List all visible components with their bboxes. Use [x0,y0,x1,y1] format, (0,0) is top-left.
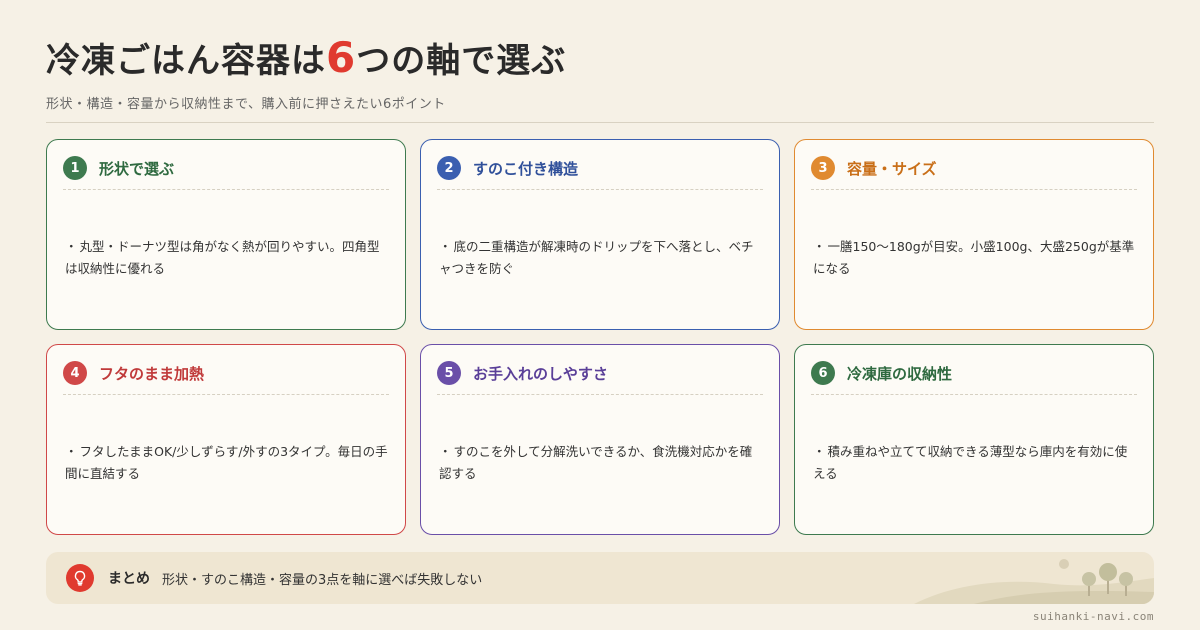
summary-text: 形状・すのこ構造・容量の3点を軸に選べば失敗しない [162,572,483,588]
point-title: すのこ付き構造 [473,159,579,178]
point-number-badge: 5 [437,361,461,385]
point-description: ・一膳150〜180gが目安。小盛100g、大盛250gが基準になる [813,239,1135,276]
point-title: フタのまま加熱 [99,364,205,383]
point-title: お手入れのしやすさ [473,364,608,383]
point-description: ・すのこを外して分解洗いできるか、食洗機対応かを確認する [439,444,753,481]
point-description: ・底の二重構造が解凍時のドリップを下へ落とし、ベチャつきを防ぐ [439,239,754,276]
summary-label: まとめ [108,571,150,587]
site-url: suihanki-navi.com [1032,610,1154,623]
dashed-divider [811,394,1137,395]
point-card-1: 1 形状で選ぶ ・丸型・ドーナツ型は角がなく熱が回りやすい。四角型は収納性に優れ… [46,139,406,330]
point-title: 形状で選ぶ [99,159,175,178]
dashed-divider [437,189,763,190]
point-title: 冷凍庫の収納性 [847,364,953,383]
point-card-2: 2 すのこ付き構造 ・底の二重構造が解凍時のドリップを下へ落とし、ベチャつきを防… [420,139,780,330]
dashed-divider [63,394,389,395]
dashed-divider [811,189,1137,190]
point-card-4: 4 フタのまま加熱 ・フタしたままOK/少しずらす/外すの3タイプ。毎日の手間に… [46,344,406,535]
landscape-illustration [914,559,1154,604]
title-text-after: つの軸で選ぶ [356,41,567,81]
title-text-before: 冷凍ごはん容器は [46,41,326,81]
point-card-3: 3 容量・サイズ ・一膳150〜180gが目安。小盛100g、大盛250gが基準… [794,139,1154,330]
dashed-divider [63,189,389,190]
page-title: 冷凍ごはん容器は6つの軸で選ぶ [46,34,1156,85]
point-number-badge: 2 [437,156,461,180]
dashed-divider [437,394,763,395]
point-card-6: 6 冷凍庫の収納性 ・積み重ねや立てて収納できる薄型なら庫内を有効に使える [794,344,1154,535]
point-number-badge: 3 [811,156,835,180]
point-number-badge: 4 [63,361,87,385]
header: 冷凍ごはん容器は6つの軸で選ぶ 形状・構造・容量から収納性まで、購入前に押さえた… [46,34,1156,113]
point-number-badge: 1 [63,156,87,180]
summary-bar: まとめ 形状・すのこ構造・容量の3点を軸に選べば失敗しない [46,552,1154,604]
header-divider [46,122,1154,123]
point-card-5: 5 お手入れのしやすさ ・すのこを外して分解洗いできるか、食洗機対応かを確認する [420,344,780,535]
lightbulb-icon [66,564,94,592]
points-grid: 1 形状で選ぶ ・丸型・ドーナツ型は角がなく熱が回りやすい。四角型は収納性に優れ… [46,139,1154,535]
title-number: 6 [326,33,357,82]
point-description: ・フタしたままOK/少しずらす/外すの3タイプ。毎日の手間に直結する [65,444,388,481]
point-description: ・積み重ねや立てて収納できる薄型なら庫内を有効に使える [813,444,1128,481]
point-description: ・丸型・ドーナツ型は角がなく熱が回りやすい。四角型は収納性に優れる [65,239,380,276]
page-subtitle: 形状・構造・容量から収納性まで、購入前に押さえたい6ポイント [46,97,446,112]
point-title: 容量・サイズ [847,159,937,178]
point-number-badge: 6 [811,361,835,385]
